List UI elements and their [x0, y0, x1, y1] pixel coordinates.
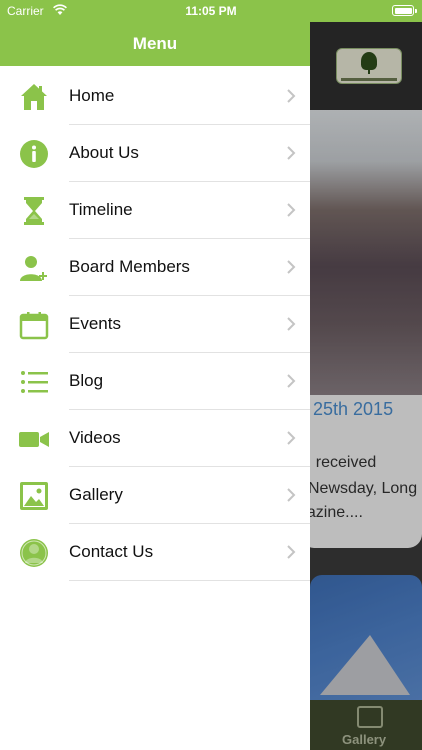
home-icon: [21, 84, 47, 110]
hourglass-icon: [24, 197, 44, 225]
info-icon: [20, 140, 48, 168]
menu-item-label: Blog: [69, 371, 104, 390]
menu-item-label: Timeline: [69, 200, 133, 219]
chevron-right-icon: [287, 374, 296, 388]
menu-item-board-members[interactable]: Board Members: [0, 239, 310, 296]
chevron-right-icon: [287, 203, 296, 217]
image-icon: [20, 482, 48, 510]
chevron-right-icon: [287, 488, 296, 502]
battery-icon: [392, 5, 417, 16]
side-drawer: Menu Home About Us Timeline Board Member…: [0, 0, 310, 750]
menu-item-label: Board Members: [69, 257, 190, 276]
chevron-right-icon: [287, 146, 296, 160]
menu-item-about-us[interactable]: About Us: [0, 125, 310, 182]
list-icon: [21, 371, 48, 393]
menu-item-timeline[interactable]: Timeline: [0, 182, 310, 239]
add-person-icon: [20, 256, 47, 281]
chevron-right-icon: [287, 545, 296, 559]
chevron-right-icon: [287, 260, 296, 274]
menu-item-label: Contact Us: [69, 542, 154, 561]
menu-item-events[interactable]: Events: [0, 296, 310, 353]
clock: 11:05 PM: [185, 4, 237, 18]
divider: [69, 580, 310, 581]
chevron-right-icon: [287, 89, 296, 103]
video-camera-icon: [19, 432, 49, 447]
menu-item-label: Videos: [69, 428, 121, 447]
menu-item-gallery[interactable]: Gallery: [0, 467, 310, 524]
menu-item-label: Gallery: [69, 485, 123, 504]
menu-item-label: Events: [69, 314, 121, 333]
menu-item-contact-us[interactable]: Contact Us: [0, 524, 310, 581]
menu-item-label: Home: [69, 86, 115, 105]
calendar-icon: [19, 312, 49, 340]
menu-item-blog[interactable]: Blog: [0, 353, 310, 410]
drawer-header: Menu: [0, 22, 310, 66]
menu-item-label: About Us: [69, 143, 139, 162]
menu-list: Home About Us Timeline Board Members Eve…: [0, 68, 310, 581]
chevron-right-icon: [287, 317, 296, 331]
chevron-right-icon: [287, 431, 296, 445]
status-bar: Carrier 11:05 PM: [0, 0, 422, 22]
menu-item-videos[interactable]: Videos: [0, 410, 310, 467]
drawer-title: Menu: [132, 34, 178, 53]
person-circle-icon: [20, 539, 48, 567]
menu-item-home[interactable]: Home: [0, 68, 310, 125]
